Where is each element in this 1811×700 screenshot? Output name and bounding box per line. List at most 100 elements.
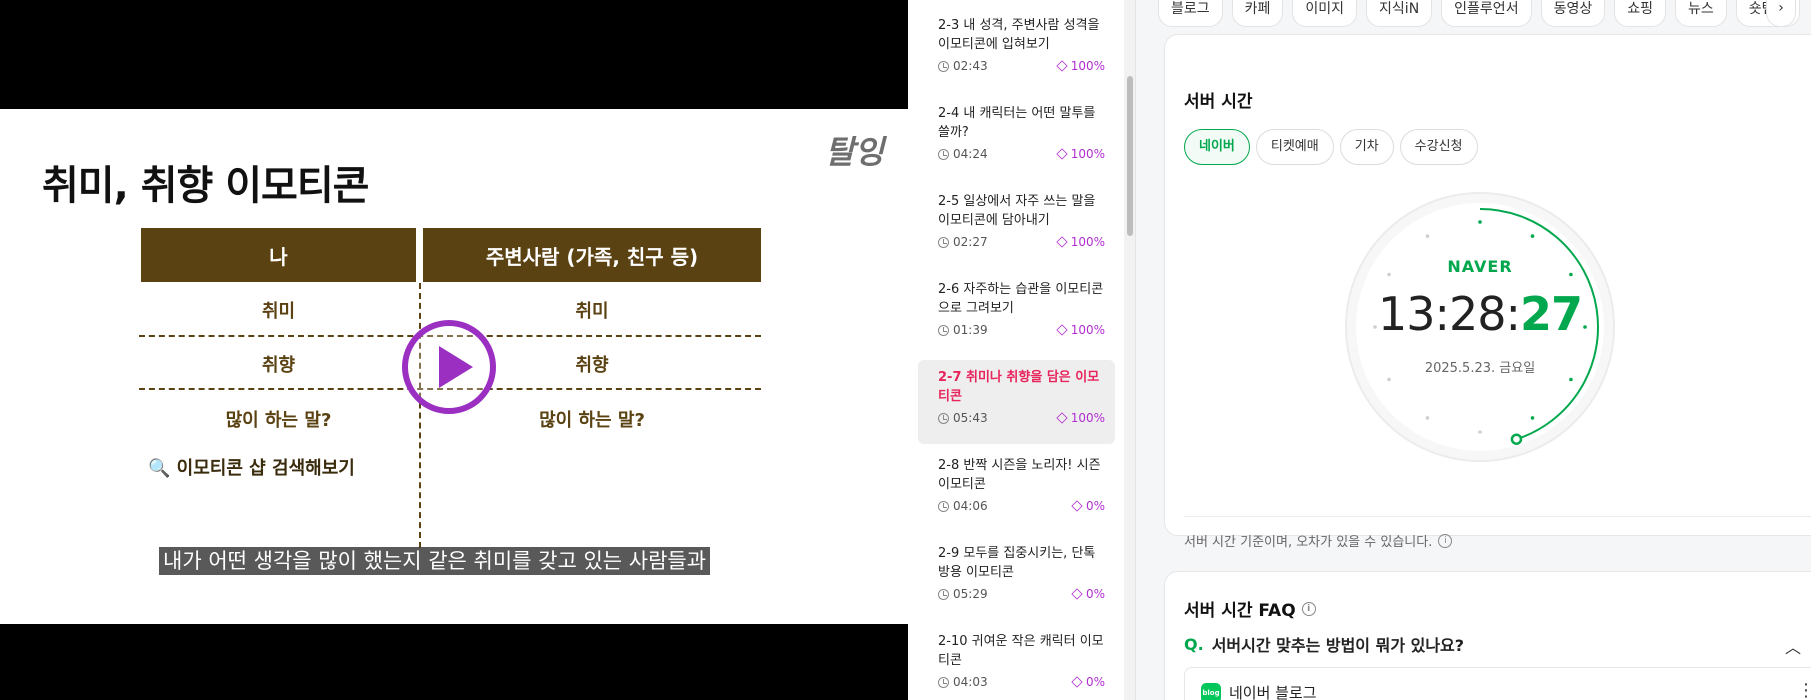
slide-title: 취미, 취향 이모티콘 — [42, 163, 369, 209]
clock-icon — [938, 148, 949, 160]
lesson-progress: 100% — [1056, 411, 1105, 425]
search-tab[interactable]: 지식iN — [1366, 0, 1433, 27]
info-icon[interactable]: i — [1438, 533, 1453, 548]
more-options-icon[interactable]: ⋮ — [1797, 680, 1811, 700]
clock-tick — [1425, 416, 1430, 420]
progress-text: 100% — [1070, 235, 1105, 249]
lesson-meta: 04:03 0% — [938, 675, 1105, 689]
chevron-up-icon[interactable]: ︿ — [1785, 634, 1801, 658]
search-tab[interactable]: 인플루언서 — [1441, 0, 1532, 27]
lesson-duration: 02:43 — [938, 59, 988, 73]
video-player[interactable]: 취미, 취향 이모티콘 탈잉 나 주변사람 (가족, 친구 등) 취미 취미 취… — [0, 0, 908, 700]
table-column-divider — [419, 283, 421, 548]
table-cell: 취미 — [575, 301, 609, 322]
progress-text: 100% — [1070, 147, 1105, 161]
server-time-display: 13:28:27 — [1340, 287, 1620, 341]
lesson-progress: 0% — [1071, 587, 1105, 601]
naver-search-panel: 블로그카페이미지지식iN인플루언서동영상쇼핑뉴스숏텐츠 › 서버 시간 네이버티… — [1135, 0, 1811, 700]
search-tab[interactable]: 쇼핑 — [1614, 0, 1666, 27]
lesson-item[interactable]: 2-8 반짝 시즌을 노리자! 시즌 이모티콘 04:06 0% — [918, 448, 1115, 532]
clock-icon — [938, 60, 949, 72]
progress-text: 100% — [1070, 323, 1105, 337]
lesson-meta: 04:06 0% — [938, 499, 1105, 513]
server-time-note: 서버 시간 기준이며, 오차가 있을 수 있습니다. i — [1184, 531, 1453, 550]
search-tab[interactable]: 카페 — [1231, 0, 1284, 27]
search-tab[interactable]: 이미지 — [1292, 0, 1358, 27]
seconds-indicator — [1510, 433, 1523, 445]
taling-logo: 탈잉 — [825, 133, 884, 171]
server-type-pill[interactable]: 네이버 — [1184, 129, 1250, 165]
server-type-pills: 네이버 티켓예매 기차 수강신청 — [1184, 129, 1478, 165]
progress-text: 100% — [1070, 59, 1105, 73]
lesson-item[interactable]: 2-9 모두를 집중시키는, 단톡방용 이모티콘 05:29 0% — [918, 536, 1115, 620]
lesson-item[interactable]: 2-3 내 성격, 주변사람 성격을 이모티콘에 입혀보기 02:43 100% — [918, 8, 1115, 92]
faq-question-text: 서버시간 맞추는 방법이 뭐가 있나요? — [1211, 636, 1465, 655]
lesson-meta: 02:27 100% — [938, 235, 1105, 249]
search-tab[interactable]: 블로그 — [1158, 0, 1223, 27]
clock-icon — [938, 676, 949, 688]
lesson-item[interactable]: 2-4 내 캐릭터는 어떤 말투를 쓸까? 04:24 100% — [918, 96, 1115, 180]
lesson-item[interactable]: 2-5 일상에서 자주 쓰는 말을 이모티콘에 담아내기 02:27 100% — [918, 184, 1115, 268]
scrollbar-thumb[interactable] — [1127, 76, 1133, 236]
lesson-duration: 01:39 — [938, 323, 988, 337]
info-icon[interactable]: i — [1301, 601, 1316, 616]
server-time-card: 서버 시간 네이버 티켓예매 기차 수강신청 NAVER 13:28:27 2025.… — [1164, 34, 1811, 550]
table-cell: 많이 하는 말? — [539, 410, 645, 431]
lesson-item[interactable]: 2-6 자주하는 습관을 이모티콘으로 그려보기 01:39 100% — [918, 272, 1115, 356]
server-date: 2025.5.23. 금요일 — [1424, 361, 1536, 376]
lesson-meta: 05:29 0% — [938, 587, 1105, 601]
faq-card: 서버 시간 FAQ i Q. 서버시간 맞추는 방법이 뭐가 있나요? ︿ bl… — [1164, 571, 1811, 700]
clock-icon — [938, 324, 949, 336]
duration-text: 04:06 — [953, 499, 988, 513]
clock-tick — [1530, 234, 1535, 238]
server-type-pill[interactable]: 수강신청 — [1399, 129, 1478, 165]
table-header-me: 나 — [141, 228, 416, 282]
lesson-item[interactable]: 2-10 귀여운 작은 캐릭터 이모티콘 04:03 0% — [918, 624, 1115, 700]
progress-icon — [1056, 148, 1068, 160]
clock-tick — [1478, 220, 1482, 224]
server-type-pill[interactable]: 기차 — [1339, 129, 1394, 165]
lesson-item[interactable]: 2-7 취미나 취향을 담은 이모티콘 05:43 100% — [918, 360, 1115, 444]
play-button[interactable] — [402, 320, 496, 414]
note-text: 서버 시간 기준이며, 오차가 있을 수 있습니다. — [1184, 535, 1433, 550]
progress-icon — [1056, 236, 1068, 248]
naver-blog-link[interactable]: blog 네이버 블로그 — [1201, 682, 1317, 700]
lesson-progress: 0% — [1071, 675, 1105, 689]
progress-icon — [1056, 324, 1068, 336]
clock-tick — [1387, 377, 1391, 382]
lesson-meta: 01:39 100% — [938, 323, 1105, 337]
lecture-list[interactable]: 2-3 내 성격, 주변사람 성격을 이모티콘에 입혀보기 02:43 100% 2-… — [908, 0, 1128, 700]
lesson-progress: 0% — [1071, 499, 1105, 513]
time-seconds: 27 — [1520, 287, 1583, 341]
progress-text: 0% — [1085, 675, 1105, 689]
faq-answer-box: blog 네이버 블로그 ⋮ — [1184, 667, 1811, 700]
time-hours-minutes: 13:28: — [1377, 287, 1521, 341]
progress-icon — [1071, 500, 1083, 512]
server-type-pill[interactable]: 티켓예매 — [1255, 129, 1334, 165]
play-icon — [439, 346, 473, 388]
faq-question[interactable]: Q. 서버시간 맞추는 방법이 뭐가 있나요? — [1184, 632, 1464, 656]
tabs-next-button[interactable]: › — [1766, 0, 1796, 27]
card-divider — [1184, 516, 1811, 517]
table-cell: 많이 하는 말? — [225, 410, 332, 431]
lesson-duration: 04:24 — [938, 147, 988, 161]
lesson-title: 2-9 모두를 집중시키는, 단톡방용 이모티콘 — [938, 546, 1096, 580]
lesson-meta: 05:43 100% — [938, 411, 1105, 425]
search-tab[interactable]: 동영상 — [1540, 0, 1606, 27]
clock-tick — [1478, 430, 1482, 434]
lesson-duration: 05:43 — [938, 411, 988, 425]
lesson-title: 2-6 자주하는 습관을 이모티콘으로 그려보기 — [938, 282, 1104, 316]
lesson-title: 2-4 내 캐릭터는 어떤 말투를 쓸까? — [938, 106, 1096, 140]
lesson-progress: 100% — [1056, 323, 1105, 337]
lesson-duration: 04:06 — [938, 499, 988, 513]
video-subtitle: 내가 어떤 생각을 많이 했는지 같은 취미를 갖고 있는 사람들과 — [159, 547, 711, 575]
lesson-title: 2-10 귀여운 작은 캐릭터 이모티콘 — [938, 634, 1104, 668]
lesson-progress: 100% — [1056, 59, 1105, 73]
duration-text: 01:39 — [953, 323, 988, 337]
naver-logo: NAVER — [1447, 257, 1513, 276]
duration-text: 04:03 — [953, 675, 988, 689]
server-clock: NAVER 13:28:27 2025.5.23. 금요일 — [1340, 187, 1620, 467]
duration-text: 05:29 — [953, 587, 988, 601]
search-tab[interactable]: 뉴스 — [1674, 0, 1727, 27]
progress-icon — [1056, 60, 1068, 72]
